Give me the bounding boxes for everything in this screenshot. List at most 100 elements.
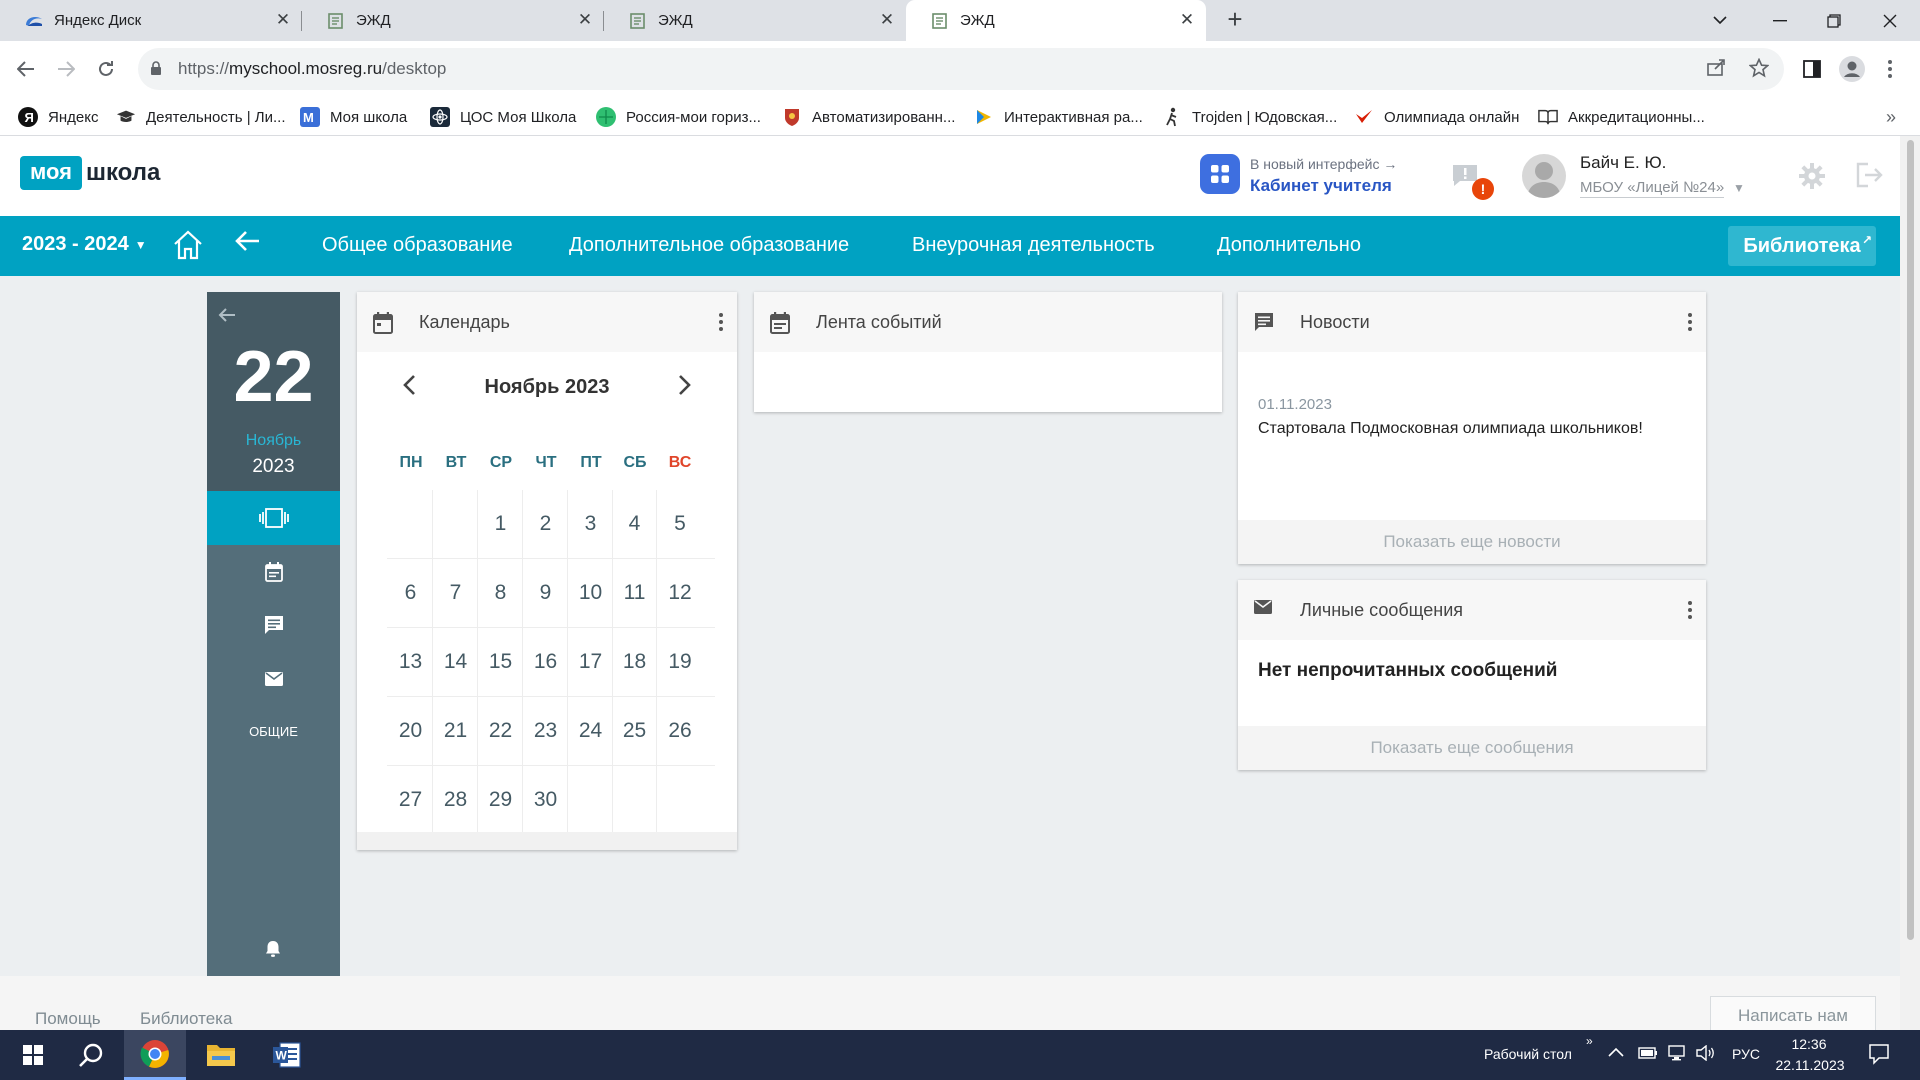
calendar-day-cell[interactable]: 17 [569, 628, 613, 696]
tray-overflow-icon[interactable] [1608, 1044, 1624, 1060]
calendar-widget-button[interactable] [207, 545, 340, 599]
settings-gear-icon[interactable] [1798, 162, 1828, 192]
bookmark-item[interactable]: Деятельность | Ли... [116, 98, 286, 136]
browser-menu-icon[interactable] [1874, 53, 1906, 85]
network-icon[interactable] [1668, 1045, 1688, 1064]
bookmark-item[interactable]: Trojden | Юдовская... [1162, 98, 1337, 136]
calendar-day-cell[interactable]: 18 [613, 628, 657, 696]
news-item-link[interactable]: Стартовала Подмосковная олимпиада школьн… [1258, 420, 1643, 438]
calendar-day-cell[interactable]: 11 [613, 559, 657, 627]
calendar-day-cell[interactable]: 5 [658, 490, 702, 558]
logout-icon[interactable] [1856, 162, 1886, 192]
teacher-cabinet-link[interactable]: Кабинет учителя [1250, 176, 1392, 196]
bookmark-item[interactable]: Автоматизированн... [782, 98, 955, 136]
calendar-day-cell[interactable]: 1 [479, 490, 523, 558]
nav-extracurricular[interactable]: Внеурочная деятельность [912, 234, 1155, 257]
battery-icon[interactable] [1638, 1046, 1658, 1062]
next-month-icon[interactable] [673, 372, 697, 403]
restore-icon[interactable] [1804, 0, 1864, 41]
calendar-day-cell[interactable]: 13 [389, 628, 433, 696]
calendar-day-cell[interactable]: 28 [434, 766, 478, 834]
bookmark-item[interactable]: ЦОС Моя Школа [430, 98, 576, 136]
calendar-day-cell[interactable]: 23 [524, 697, 568, 765]
calendar-day-cell[interactable]: 3 [569, 490, 613, 558]
share-icon[interactable] [1706, 58, 1728, 80]
apps-grid-icon[interactable] [1200, 154, 1240, 194]
nav-additionally[interactable]: Дополнительно [1217, 234, 1361, 257]
calendar-day-cell[interactable]: 2 [524, 490, 568, 558]
moya-shkola-logo[interactable]: моя школа [20, 156, 160, 190]
calendar-day-cell[interactable]: 14 [434, 628, 478, 696]
search-icon[interactable] [66, 1030, 116, 1080]
chrome-taskbar-icon[interactable] [124, 1030, 186, 1080]
calendar-day-cell[interactable]: 25 [613, 697, 657, 765]
windows-start-icon[interactable] [8, 1030, 58, 1080]
bell-icon[interactable] [263, 939, 283, 964]
calendar-day-cell[interactable]: 21 [434, 697, 478, 765]
calendar-day-cell[interactable]: 16 [524, 628, 568, 696]
calendar-day-cell[interactable]: 9 [524, 559, 568, 627]
user-avatar[interactable] [1522, 154, 1566, 198]
reload-icon[interactable] [90, 53, 122, 85]
calendar-day-cell[interactable]: 26 [658, 697, 702, 765]
bookmark-item[interactable]: Я Яндекс [18, 98, 98, 136]
calendar-day-cell[interactable]: 24 [569, 697, 613, 765]
forward-icon[interactable] [50, 53, 82, 85]
nav-additional-education[interactable]: Дополнительное образование [569, 234, 849, 257]
news-widget-button[interactable] [207, 598, 340, 652]
general-label[interactable]: ОБЩИЕ [207, 724, 340, 739]
browser-tab[interactable]: Яндекс Диск ✕ [0, 0, 302, 41]
user-name[interactable]: Байч Е. Ю. [1580, 153, 1666, 173]
bookmark-item[interactable]: Россия-мои гориз... [596, 98, 761, 136]
calendar-day-cell[interactable]: 6 [389, 559, 433, 627]
lock-icon[interactable] [150, 61, 162, 81]
help-link[interactable]: Помощь [35, 1009, 101, 1029]
clock-time[interactable]: 12:36 [1774, 1036, 1844, 1052]
widgets-view-button[interactable] [207, 491, 340, 545]
more-options-icon[interactable] [715, 310, 727, 334]
tab-search-chevron-icon[interactable] [1690, 0, 1750, 41]
messages-widget-button[interactable] [207, 652, 340, 706]
back-arrow-icon[interactable] [234, 230, 268, 262]
calendar-day-cell[interactable]: 15 [479, 628, 523, 696]
more-options-icon[interactable] [1684, 310, 1696, 334]
minimize-icon[interactable] [1750, 0, 1810, 41]
close-tab-icon[interactable]: ✕ [878, 11, 896, 29]
bookmark-item[interactable]: Олимпиада онлайн [1354, 98, 1519, 136]
chevron-down-icon[interactable]: ▼ [1733, 181, 1745, 195]
notifications-button[interactable]: ! [1452, 164, 1494, 200]
calendar-day-cell[interactable]: 10 [569, 559, 613, 627]
desktop-toolbar-label[interactable]: Рабочий стол [1484, 1046, 1572, 1062]
scrollbar-thumb[interactable] [1907, 140, 1914, 940]
more-options-icon[interactable] [1684, 598, 1696, 622]
calendar-day-cell[interactable]: 12 [658, 559, 702, 627]
calendar-day-cell[interactable]: 8 [479, 559, 523, 627]
word-icon[interactable]: W [256, 1030, 318, 1080]
new-tab-button[interactable]: + [1222, 6, 1248, 33]
browser-tab[interactable]: ЭЖД ✕ [604, 0, 906, 41]
browser-tab[interactable]: ЭЖД ✕ [302, 0, 604, 41]
calendar-day-cell[interactable]: 27 [389, 766, 433, 834]
bookmark-item[interactable]: Аккредитационны... [1538, 98, 1705, 136]
back-icon[interactable] [10, 53, 42, 85]
bookmark-star-icon[interactable] [1748, 57, 1770, 80]
calendar-day-cell[interactable]: 7 [434, 559, 478, 627]
profile-avatar-icon[interactable] [1836, 53, 1868, 85]
close-window-icon[interactable] [1860, 0, 1920, 41]
academic-year-select[interactable]: 2023 - 2024 ▼ [22, 233, 147, 256]
close-tab-icon[interactable]: ✕ [274, 11, 292, 29]
calendar-day-cell[interactable]: 30 [524, 766, 568, 834]
toolbar-chevron-icon[interactable]: » [1586, 1034, 1593, 1048]
bookmark-item[interactable]: M Моя школа [300, 98, 407, 136]
close-tab-icon[interactable]: ✕ [576, 11, 594, 29]
calendar-day-cell[interactable]: 22 [479, 697, 523, 765]
user-school-select[interactable]: МБОУ «Лицей №24» [1580, 179, 1725, 198]
calendar-day-cell[interactable]: 4 [613, 490, 657, 558]
address-bar[interactable]: https://myschool.mosreg.ru/desktop [138, 48, 1784, 90]
close-tab-icon[interactable]: ✕ [1178, 11, 1196, 29]
calendar-day-cell[interactable]: 20 [389, 697, 433, 765]
library-link[interactable]: Библиотека [140, 1009, 232, 1029]
library-button[interactable]: Библиотека ↗ [1728, 226, 1876, 266]
collapse-arrow-icon[interactable] [218, 306, 236, 329]
home-icon[interactable] [172, 230, 206, 262]
